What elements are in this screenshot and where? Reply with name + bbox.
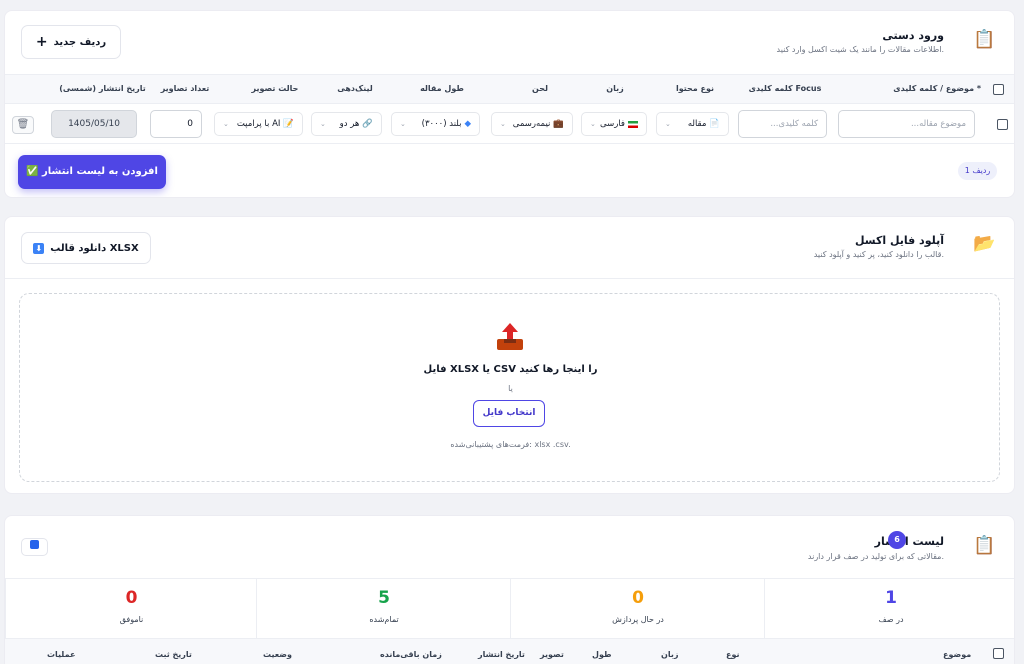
queue-col-remaining: زمان باقی‌مانده — [380, 650, 442, 659]
stat-processing-label: در حال پردازش — [612, 615, 664, 624]
queue-count-badge: 6 — [888, 531, 906, 549]
chevron-down-icon: ⌄ — [590, 120, 596, 128]
manual-entry-title: ورود دستی — [882, 29, 944, 42]
upload-subtitle: قالب را دانلود کنید، پر کنید و آپلود کنی… — [813, 250, 944, 259]
tone-select[interactable]: ⌄ 💼 نیمه‌رسمی — [491, 112, 573, 136]
stat-processing: 0 در حال پردازش — [510, 579, 764, 639]
col-image-mode: حالت تصویر — [251, 84, 299, 93]
download-icon: ⬇ — [33, 242, 45, 254]
trash-icon: 🗑 — [16, 119, 30, 130]
publish-date-input[interactable]: 1405/05/10 — [51, 110, 137, 138]
chevron-down-icon: ⌄ — [500, 120, 506, 128]
linking-value: هر دو — [339, 119, 360, 129]
delete-row-button[interactable]: 🗑 — [12, 116, 34, 134]
chevron-down-icon: ⌄ — [665, 120, 671, 128]
manual-table-header: موضوع / کلمه کلیدی * کلمه کلیدی Focus نو… — [5, 74, 1014, 104]
drop-title: فایل XLSX یا CSV را اینجا رها کنید — [423, 364, 598, 375]
new-row-button[interactable]: + ردیف جدید — [21, 25, 121, 59]
chevron-down-icon: ⌄ — [320, 120, 326, 128]
length-value: بلند (۳۰۰۰) — [421, 119, 462, 129]
link-icon: 🔗 — [362, 119, 373, 129]
queue-col-status: وضعیت — [263, 650, 292, 659]
briefcase-icon: 💼 — [553, 119, 564, 129]
linking-select[interactable]: ⌄ 🔗 هر دو — [311, 112, 382, 136]
row-checkbox[interactable] — [997, 119, 1008, 130]
queue-col-language: زبان — [661, 650, 679, 659]
manual-entry-card: 📋 ورود دستی اطلاعات مقالات را مانند یک ش… — [4, 10, 1015, 198]
drop-zone[interactable]: فایل XLSX یا CSV را اینجا رها کنید یا ان… — [19, 293, 1000, 482]
manual-entry-subtitle: اطلاعات مقالات را مانند یک شیت اکسل وارد… — [776, 45, 944, 54]
download-template-label: دانلود قالب XLSX — [50, 242, 139, 254]
chevron-down-icon: ⌄ — [400, 120, 406, 128]
stat-queued-label: در صف — [878, 615, 904, 624]
content-type-select[interactable]: ⌄ 📄 مقاله — [656, 112, 729, 136]
focus-keyword-input[interactable]: کلمه کلیدی... — [738, 110, 827, 138]
image-count-input[interactable]: 0 — [150, 110, 202, 138]
stat-processing-value: 0 — [632, 588, 644, 608]
language-select[interactable]: ⌄ فارسی — [581, 112, 647, 136]
document-icon: 📄 — [709, 119, 720, 129]
stat-failed-value: 0 — [125, 588, 138, 608]
col-publish-date: تاریخ انتشار (شمسی) — [59, 84, 146, 93]
upload-card: 📂 آپلود فایل اکسل قالب را دانلود کنید، پ… — [4, 216, 1015, 494]
inbox-upload-icon — [494, 320, 526, 352]
queue-table-header: موضوع نوع زبان طول تصویر تاریخ انتشار زم… — [5, 638, 1014, 664]
col-content-type: نوع محتوا — [675, 84, 714, 93]
manual-table-row: موضوع مقاله... کلمه کلیدی... ⌄ 📄 مقاله ⌄ … — [5, 104, 1014, 144]
stat-failed: 0 ناموفق — [5, 579, 256, 639]
col-length: طول مقاله — [420, 84, 464, 93]
queue-col-type: نوع — [726, 650, 740, 659]
choose-file-button[interactable]: انتخاب فایل — [473, 400, 545, 427]
col-linking: لینک‌دهی — [337, 84, 373, 93]
plus-icon: + — [35, 34, 48, 50]
image-mode-select[interactable]: ⌄ 📝 AI با پرامپت — [214, 112, 303, 136]
queue-col-created: تاریخ ثبت — [155, 650, 192, 659]
diamond-icon: ◆ — [464, 119, 471, 129]
row-count-badge: 1 ردیف — [958, 162, 997, 180]
stat-done-value: 5 — [378, 588, 390, 608]
new-row-label: ردیف جدید — [53, 36, 107, 48]
queue-col-length: طول — [592, 650, 612, 659]
queue-col-topic: موضوع — [943, 650, 972, 659]
col-image-count: تعداد تصاویر — [160, 84, 210, 93]
language-value: فارسی — [600, 119, 625, 129]
topic-input[interactable]: موضوع مقاله... — [838, 110, 975, 138]
length-select[interactable]: ⌄ ◆ بلند (۳۰۰۰) — [391, 112, 480, 136]
folder-icon: 📂 — [973, 233, 996, 254]
upload-divider — [5, 278, 1014, 279]
refresh-icon — [30, 540, 39, 549]
content-type-value: مقاله — [687, 119, 707, 129]
stat-queued-value: 1 — [885, 588, 897, 608]
refresh-button[interactable] — [21, 538, 48, 556]
stat-failed-label: ناموفق — [119, 615, 144, 624]
queue-title: لیست انتشار — [874, 535, 944, 548]
clipboard-icon: 📋 — [973, 535, 996, 556]
queue-col-publish-date: تاریخ انتشار — [478, 650, 525, 659]
queue-subtitle: مقالاتی که برای تولید در صف قرار دارند. — [807, 552, 944, 561]
col-focus: کلمه کلیدی Focus — [748, 84, 822, 93]
upload-title: آپلود فایل اکسل — [854, 234, 944, 247]
clipboard-icon: 📋 — [973, 29, 996, 50]
tone-value: نیمه‌رسمی — [512, 119, 551, 129]
col-tone: لحن — [532, 84, 548, 93]
select-all-checkbox[interactable] — [993, 84, 1004, 95]
stat-done-label: تمام‌شده — [369, 615, 399, 624]
flag-icon — [628, 120, 638, 128]
chevron-down-icon: ⌄ — [223, 120, 229, 128]
queue-col-image: تصویر — [540, 650, 564, 659]
memo-icon: 📝 — [283, 119, 294, 129]
col-language: زبان — [606, 84, 624, 93]
or-text: یا — [508, 384, 513, 393]
add-to-queue-button[interactable]: ✅ افزودن به لیست انتشار — [18, 155, 166, 189]
download-template-button[interactable]: ⬇ دانلود قالب XLSX — [21, 232, 151, 264]
image-mode-value: AI با پرامپت — [236, 119, 281, 129]
stat-done: 5 تمام‌شده — [256, 579, 510, 639]
supported-formats: فرمت‌های پشتیبانی‌شده: xlsx .csv. — [450, 440, 571, 449]
col-topic: موضوع / کلمه کلیدی * — [893, 84, 981, 93]
queue-card: 📋 لیست انتشار 6 مقالاتی که برای تولید در… — [4, 515, 1015, 664]
queue-select-all-checkbox[interactable] — [993, 648, 1004, 659]
queue-col-actions: عملیات — [47, 650, 76, 659]
stat-queued: 1 در صف — [764, 579, 1014, 639]
stats-bar: 0 ناموفق 5 تمام‌شده 0 در حال پردازش 1 در… — [5, 578, 1014, 639]
